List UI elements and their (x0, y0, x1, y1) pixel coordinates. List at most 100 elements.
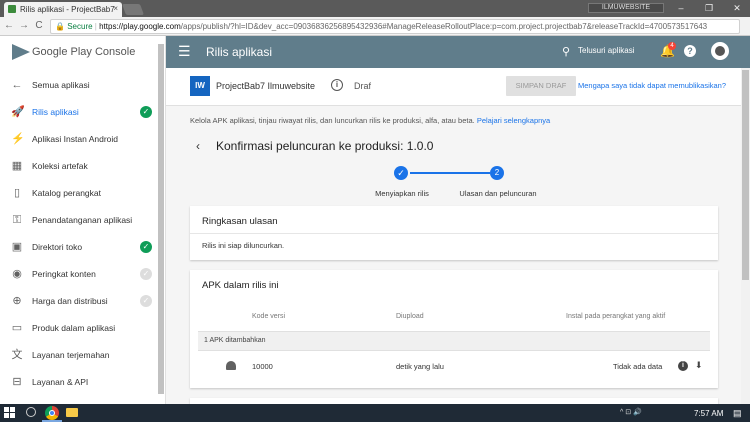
app-icon: IW (190, 76, 210, 96)
menu-icon[interactable]: ☰ (178, 44, 191, 58)
forward-button[interactable]: → (17, 19, 31, 33)
sidebar-item-aplikasi-instan-android[interactable]: ⚡ Aplikasi Instan Android (0, 126, 158, 152)
sidebar-item-label: Layanan & API (32, 377, 89, 387)
learn-more-link[interactable]: Pelajari selengkapnya (477, 116, 550, 125)
sidebar-item-label: Direktori toko (32, 242, 83, 252)
review-summary-body: Rilis ini siap diluncurkan. (202, 241, 285, 250)
sidebar-rilis-aplikasi-icon: 🚀 (11, 106, 25, 118)
browser-toolbar: ← → C 🔒 Secure | https://play.google.com… (0, 17, 750, 36)
status-check-icon: ✓ (140, 106, 152, 118)
app-info-icon[interactable]: i (331, 79, 343, 91)
sidebar-aplikasi-instan-android-icon: ⚡ (11, 133, 25, 145)
sidebar-peringkat-konten-icon: ◉ (12, 268, 22, 280)
sidebar-item-label: Produk dalam aplikasi (32, 323, 116, 333)
sidebar-item-penandatanganan-aplikasi[interactable]: ⚿ Penandatanganan aplikasi (0, 207, 158, 233)
sidebar-item-layanan-api[interactable]: ⊟ Layanan & API (0, 369, 158, 395)
sidebar-item-label: Semua aplikasi (32, 80, 90, 90)
review-summary-card: Ringkasan ulasan Rilis ini siap diluncur… (190, 206, 718, 260)
maximize-button[interactable]: ❐ (700, 1, 718, 15)
sidebar-item-produk-dalam-aplikasi[interactable]: ▭ Produk dalam aplikasi (0, 315, 158, 341)
status-check-icon: ✓ (140, 241, 152, 253)
windows-start-icon[interactable] (4, 407, 16, 419)
sidebar-item-label: Rilis aplikasi (32, 107, 79, 117)
file-explorer-icon[interactable] (66, 408, 78, 417)
sidebar-scrollbar[interactable] (158, 44, 164, 394)
back-button[interactable]: ← (2, 19, 16, 33)
sidebar-katalog-perangkat-icon: ▯ (13, 187, 21, 199)
brand-name: Google Play Console (32, 46, 136, 58)
save-draft-button[interactable]: SIMPAN DRAF (506, 76, 576, 96)
sidebar-layanan-terjemahan-icon: 文 (11, 349, 23, 361)
table-cell-installs: Tidak ada data (613, 362, 663, 371)
clock[interactable]: 7:57 AM (694, 409, 723, 418)
sidebar-item-layanan-terjemahan[interactable]: 文 Layanan terjemahan (0, 342, 158, 368)
sidebar-item-label: Katalog perangkat (32, 188, 101, 198)
tab-close-icon[interactable]: × (113, 4, 118, 13)
android-icon (226, 361, 236, 370)
page-title: Rilis aplikasi (206, 45, 273, 59)
table-cell-uploaded: detik yang lalu (396, 362, 444, 371)
sidebar-item-harga-dan-distribusi[interactable]: ⊕ Harga dan distribusi ✓ (0, 288, 158, 314)
download-icon[interactable]: ⬇ (695, 360, 703, 371)
profile-label[interactable]: ILMUWEBSITE (588, 3, 664, 13)
sidebar-produk-dalam-aplikasi-icon: ▭ (11, 322, 23, 334)
sidebar-item-koleksi-artefak[interactable]: ▦ Koleksi artefak (0, 153, 158, 179)
review-summary-title: Ringkasan ulasan (202, 216, 278, 227)
notification-count-badge: 4 (668, 42, 676, 50)
action-center-icon[interactable]: ▤ (733, 408, 742, 419)
sidebar-item-label: Peringkat konten (32, 269, 96, 279)
address-bar[interactable]: 🔒 Secure | https://play.google.com/apps/… (50, 19, 740, 34)
brand-logo[interactable]: Google Play Console (0, 36, 165, 70)
column-header-version-code: Kode versi (252, 313, 286, 320)
sidebar-item-rilis-aplikasi[interactable]: 🚀 Rilis aplikasi ✓ (0, 99, 158, 125)
sidebar-koleksi-artefak-icon: ▦ (11, 160, 23, 172)
tab-favicon-icon (8, 5, 16, 13)
why-cant-publish-link[interactable]: Mengapa saya tidak dapat memublikasikan? (578, 81, 726, 90)
search-apps-button[interactable]: Telusuri aplikasi (578, 46, 634, 55)
sidebar-item-katalog-perangkat[interactable]: ▯ Katalog perangkat (0, 180, 158, 206)
intro-description: Kelola APK aplikasi, tinjau riwayat rili… (190, 116, 475, 125)
sidebar-harga-dan-distribusi-icon: ⊕ (12, 295, 22, 307)
windows-taskbar: ^ ⊡ 🔊 7:57 AM ▤ (0, 404, 750, 422)
secure-label: Secure (67, 22, 93, 31)
system-tray[interactable]: ^ ⊡ 🔊 (620, 408, 642, 416)
app-name: ProjectBab7 Ilmuwebsite (216, 81, 316, 91)
sidebar-item-label: Koleksi artefak (32, 161, 88, 171)
cortana-icon[interactable] (26, 407, 36, 417)
url-path: /apps/publish/?hl=ID&dev_acc=09036836256… (180, 22, 708, 31)
sidebar-item-semua-aplikasi[interactable]: ← Semua aplikasi (0, 72, 158, 98)
sidebar-item-direktori-toko[interactable]: ▣ Direktori toko ✓ (0, 234, 158, 260)
sidebar-item-peringkat-konten[interactable]: ◉ Peringkat konten ✓ (0, 261, 158, 287)
lock-icon: 🔒 (55, 22, 65, 31)
step-two-indicator[interactable]: 2 (490, 166, 504, 180)
apk-group-row[interactable]: 1 APK ditambahkan (198, 331, 710, 351)
draft-status: Draf (354, 81, 372, 91)
browser-tab[interactable]: Rilis aplikasi - ProjectBab7 × (4, 2, 122, 17)
back-arrow-icon[interactable]: ‹ (196, 139, 200, 153)
apk-info-icon[interactable]: i (678, 361, 688, 371)
step-review-rollout-label: Ulasan dan peluncuran (459, 189, 537, 198)
apk-release-card: APK dalam rilis ini Kode versi Diupload … (190, 270, 718, 388)
page-scrollbar-thumb[interactable] (742, 70, 749, 280)
sidebar-direktori-toko-icon: ▣ (11, 241, 23, 253)
step-prepare-release-label: Menyiapkan rilis (375, 189, 429, 198)
chrome-center-icon (49, 410, 55, 416)
sidebar-layanan-api-icon: ⊟ (12, 376, 22, 388)
sidebar-item-tips-pengoptimalan[interactable]: ◎Tips pengoptimalan (0, 396, 158, 404)
sidebar-item-label: Aplikasi Instan Android (32, 134, 118, 144)
reload-button[interactable]: C (32, 19, 46, 33)
browser-tab-strip: Rilis aplikasi - ProjectBab7 × ILMUWEBSI… (0, 0, 750, 17)
step-complete-check-icon[interactable]: ✓ (394, 166, 408, 180)
stepper-connector (410, 172, 490, 174)
new-tab-button[interactable] (121, 4, 145, 15)
apk-card-title: APK dalam rilis ini (202, 280, 279, 291)
avatar-person-icon (715, 46, 725, 56)
search-icon[interactable]: ⚲ (562, 45, 570, 58)
minimize-button[interactable]: – (672, 1, 690, 15)
help-icon[interactable]: ? (684, 45, 696, 57)
url-host: https://play.google.com (99, 22, 181, 31)
window-close-button[interactable]: ✕ (728, 1, 746, 15)
intro-text: Kelola APK aplikasi, tinjau riwayat rili… (190, 116, 550, 125)
status-check-icon: ✓ (140, 295, 152, 307)
sidebar-item-label: Harga dan distribusi (32, 296, 108, 306)
